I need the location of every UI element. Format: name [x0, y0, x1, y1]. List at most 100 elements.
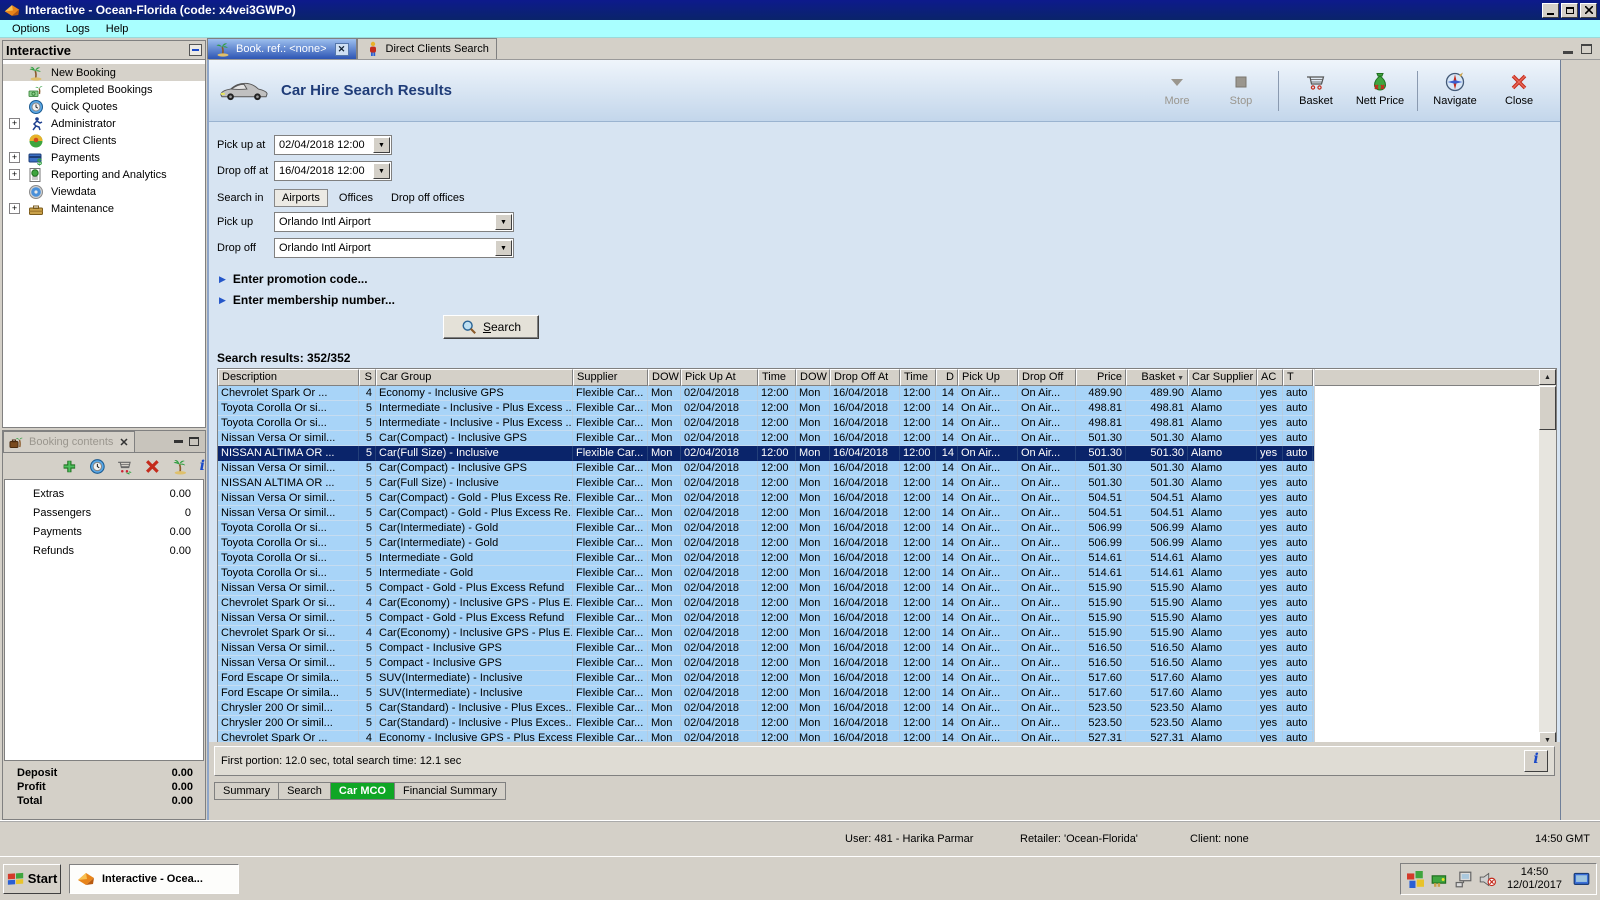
- delete-icon[interactable]: [144, 458, 161, 475]
- bottom-tab-search[interactable]: Search: [278, 782, 331, 800]
- table-row[interactable]: Toyota Corolla Or si... 5 Car(Intermediate…: [218, 536, 1314, 551]
- table-row[interactable]: Nissan Versa Or simil... 5 Car(Compact) - …: [218, 461, 1314, 476]
- table-row[interactable]: Chevrolet Spark Or si... 4 Car(Economy) - …: [218, 626, 1314, 641]
- column-header-price[interactable]: Price: [1076, 369, 1126, 386]
- bottom-tab-summary[interactable]: Summary: [214, 782, 280, 800]
- tab-close-icon[interactable]: ✕: [334, 42, 349, 56]
- doc-tab-direct-clients-search[interactable]: Direct Clients Search: [356, 38, 497, 59]
- scroll-down-icon[interactable]: ▼: [1539, 732, 1556, 742]
- scroll-up-icon[interactable]: ▲: [1539, 369, 1556, 385]
- bottom-tab-financial-summary[interactable]: Financial Summary: [393, 782, 507, 800]
- search-button[interactable]: Search: [443, 315, 539, 339]
- quick-quote-icon[interactable]: [89, 458, 106, 475]
- dropoff-at-combo[interactable]: 16/04/2018 12:00 ▼: [274, 161, 392, 181]
- column-header-drop-off[interactable]: Drop Off: [1018, 369, 1076, 386]
- sidebar-item-payments[interactable]: + $ Payments: [3, 149, 205, 166]
- vertical-scrollbar[interactable]: ▲ ▼: [1539, 369, 1556, 742]
- membership-expander[interactable]: ▶ Enter membership number...: [219, 293, 1560, 307]
- column-header-car-supplier[interactable]: Car Supplier: [1188, 369, 1257, 386]
- column-header-ac[interactable]: AC: [1257, 369, 1283, 386]
- table-row[interactable]: Toyota Corolla Or si... 5 Intermediate - I…: [218, 416, 1314, 431]
- table-row[interactable]: Nissan Versa Or simil... 5 Compact - Inclu…: [218, 656, 1314, 671]
- table-row[interactable]: Toyota Corolla Or si... 5 Intermediate - I…: [218, 401, 1314, 416]
- booking-panel-maximize-icon[interactable]: [189, 437, 199, 446]
- expand-plus-icon[interactable]: +: [9, 118, 20, 129]
- table-row[interactable]: Toyota Corolla Or si... 5 Intermediate - G…: [218, 551, 1314, 566]
- table-row[interactable]: Toyota Corolla Or si... 5 Car(Intermediate…: [218, 521, 1314, 536]
- expand-plus-icon[interactable]: +: [9, 152, 20, 163]
- expand-plus-icon[interactable]: +: [9, 203, 20, 214]
- column-header-dow[interactable]: DOW: [796, 369, 830, 386]
- sidebar-item-new-booking[interactable]: New Booking: [3, 64, 205, 81]
- basket-button[interactable]: Basket: [1285, 69, 1347, 109]
- column-header-car-group[interactable]: Car Group: [376, 369, 573, 386]
- sidebar-item-maintenance[interactable]: + Maintenance: [3, 200, 205, 217]
- sidebar-item-direct-clients[interactable]: Direct Clients: [3, 132, 205, 149]
- antivirus-tray-icon[interactable]: [1406, 870, 1424, 888]
- minimize-button[interactable]: [1542, 2, 1559, 18]
- network-card-tray-icon[interactable]: [1431, 871, 1448, 888]
- table-row[interactable]: Nissan Versa Or simil... 5 Compact - Inclu…: [218, 641, 1314, 656]
- search-in-tab-offices[interactable]: Offices: [332, 190, 380, 206]
- scroll-thumb[interactable]: [1539, 386, 1556, 430]
- new-booking-icon[interactable]: [172, 458, 189, 475]
- column-header-d[interactable]: D: [936, 369, 958, 386]
- booking-contents-close-icon[interactable]: ✕: [119, 436, 128, 449]
- menu-options[interactable]: Options: [4, 22, 58, 36]
- close-button[interactable]: [1580, 2, 1597, 18]
- table-row[interactable]: Ford Escape Or simila... 5 SUV(Intermediat…: [218, 686, 1314, 701]
- table-row[interactable]: Ford Escape Or simila... 5 SUV(Intermediat…: [218, 671, 1314, 686]
- column-header-basket[interactable]: Basket ▼: [1126, 369, 1188, 386]
- dropoff-combo[interactable]: Orlando Intl Airport ▼: [274, 238, 514, 258]
- menu-help[interactable]: Help: [98, 22, 137, 36]
- column-header-t[interactable]: T: [1283, 369, 1313, 386]
- column-header-description[interactable]: Description: [218, 369, 359, 386]
- column-header-dow[interactable]: DOW: [648, 369, 681, 386]
- pickup-combo[interactable]: Orlando Intl Airport ▼: [274, 212, 514, 232]
- basket-transfer-icon[interactable]: [116, 458, 133, 475]
- booking-panel-minimize-icon[interactable]: [174, 440, 183, 443]
- show-desktop-icon[interactable]: [1573, 871, 1590, 888]
- sidebar-item-viewdata[interactable]: Viewdata: [3, 183, 205, 200]
- column-header-s[interactable]: S: [359, 369, 376, 386]
- table-row[interactable]: NISSAN ALTIMA OR ... 5 Car(Full Size) - In…: [218, 446, 1314, 461]
- promo-code-expander[interactable]: ▶ Enter promotion code...: [219, 272, 1560, 286]
- close-button[interactable]: Close: [1488, 69, 1550, 109]
- table-row[interactable]: Chevrolet Spark Or ... 4 Economy - Inclusi…: [218, 731, 1314, 742]
- sidebar-item-administrator[interactable]: + Administrator: [3, 115, 205, 132]
- search-in-tab-airports[interactable]: Airports: [274, 189, 328, 207]
- table-row[interactable]: Nissan Versa Or simil... 5 Compact - Gold …: [218, 581, 1314, 596]
- pickup-at-dropdown-icon[interactable]: ▼: [373, 137, 390, 153]
- menu-logs[interactable]: Logs: [58, 22, 98, 36]
- expand-plus-icon[interactable]: +: [9, 169, 20, 180]
- dropoff-at-dropdown-icon[interactable]: ▼: [373, 163, 390, 179]
- column-header-pick-up[interactable]: Pick Up: [958, 369, 1018, 386]
- column-header-time[interactable]: Time: [900, 369, 936, 386]
- table-row[interactable]: Chrysler 200 Or simil... 5 Car(Standard) -…: [218, 701, 1314, 716]
- table-row[interactable]: NISSAN ALTIMA OR ... 5 Car(Full Size) - In…: [218, 476, 1314, 491]
- table-row[interactable]: Nissan Versa Or simil... 5 Car(Compact) - …: [218, 491, 1314, 506]
- navigate-button[interactable]: Navigate: [1424, 69, 1486, 109]
- pickup-dropdown-icon[interactable]: ▼: [495, 214, 512, 230]
- doc-minimize-icon[interactable]: [1563, 51, 1573, 54]
- table-row[interactable]: Chevrolet Spark Or ... 4 Economy - Inclusi…: [218, 386, 1314, 401]
- volume-muted-tray-icon[interactable]: [1479, 871, 1496, 888]
- pickup-at-combo[interactable]: 02/04/2018 12:00 ▼: [274, 135, 392, 155]
- doc-maximize-icon[interactable]: [1581, 44, 1592, 54]
- info-icon[interactable]: i: [200, 458, 205, 474]
- table-row[interactable]: Nissan Versa Or simil... 5 Car(Compact) - …: [218, 506, 1314, 521]
- bottom-tab-car-mco[interactable]: Car MCO: [329, 782, 395, 800]
- doc-tab-book-ref-none-[interactable]: Book. ref.: <none> ✕: [207, 38, 357, 59]
- maximize-button[interactable]: [1561, 2, 1578, 18]
- table-row[interactable]: Toyota Corolla Or si... 5 Intermediate - G…: [218, 566, 1314, 581]
- add-icon[interactable]: [61, 458, 78, 475]
- nett-price-button[interactable]: Nett Price: [1349, 69, 1411, 109]
- sidebar-item-reporting-and-analytics[interactable]: + Reporting and Analytics: [3, 166, 205, 183]
- search-in-tab-drop-off-offices[interactable]: Drop off offices: [384, 190, 472, 206]
- table-row[interactable]: Chrysler 200 Or simil... 5 Car(Standard) -…: [218, 716, 1314, 731]
- sidebar-item-quick-quotes[interactable]: Quick Quotes: [3, 98, 205, 115]
- table-row[interactable]: Chevrolet Spark Or si... 4 Car(Economy) - …: [218, 596, 1314, 611]
- info-button[interactable]: i: [1524, 750, 1548, 772]
- sidebar-collapse-button[interactable]: [189, 44, 202, 56]
- column-header-drop-off-at[interactable]: Drop Off At: [830, 369, 900, 386]
